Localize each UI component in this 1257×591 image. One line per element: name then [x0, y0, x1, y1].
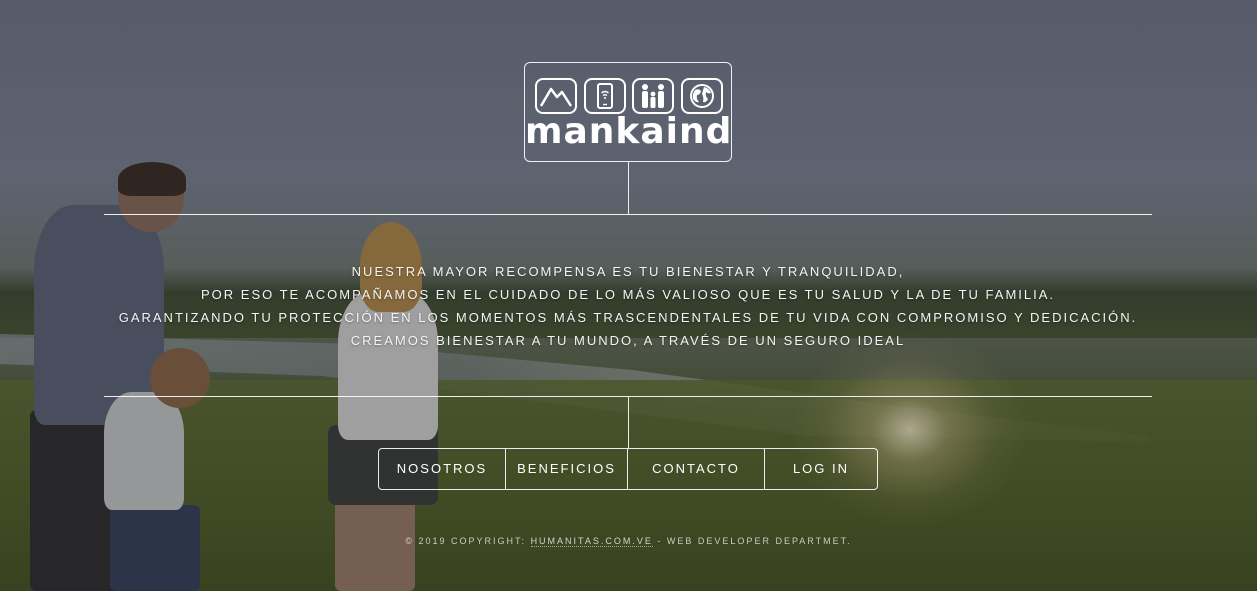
- tagline: NUESTRA MAYOR RECOMPENSA ES TU BIENESTAR…: [104, 260, 1152, 352]
- copyright-text: © 2019 COPYRIGHT:: [405, 536, 527, 546]
- divider-top: [104, 214, 1152, 215]
- logo-wordmark: mankaind: [525, 111, 733, 152]
- tagline-line: NUESTRA MAYOR RECOMPENSA ES TU BIENESTAR…: [351, 264, 905, 279]
- footer-site-link[interactable]: HUMANITAS.COM.VE: [530, 536, 653, 547]
- main-nav: NOSOTROS BENEFICIOS CONTACTO LOG IN: [378, 448, 878, 490]
- hero-section: mankaind NUESTRA MAYOR RECOMPENSA ES TU …: [0, 0, 1257, 591]
- globe-icon: [680, 78, 723, 114]
- connector-line-top: [628, 162, 629, 214]
- nav-beneficios[interactable]: BENEFICIOS: [506, 449, 628, 489]
- nav-nosotros[interactable]: NOSOTROS: [379, 449, 506, 489]
- mountain-icon: [535, 78, 577, 114]
- connector-line-bottom: [628, 396, 629, 448]
- phone-wifi-icon: [583, 78, 626, 114]
- footer-copyright: © 2019 COPYRIGHT: HUMANITAS.COM.VE - WEB…: [300, 536, 957, 547]
- nav-contacto[interactable]: CONTACTO: [628, 449, 765, 489]
- footer-department: - WEB DEVELOPER DEPARTMET.: [657, 536, 852, 546]
- tagline-line: CREAMOS BIENESTAR A TU MUNDO, A TRAVÉS D…: [350, 333, 906, 348]
- nav-log-in[interactable]: LOG IN: [765, 449, 877, 489]
- family-icon: [632, 78, 675, 114]
- tagline-line: GARANTIZANDO TU PROTECCIÓN EN LOS MOMENT…: [118, 310, 1138, 325]
- tagline-line: POR ESO TE ACOMPAÑAMOS EN EL CUIDADO DE …: [200, 287, 1056, 302]
- site-logo[interactable]: mankaind: [524, 62, 732, 162]
